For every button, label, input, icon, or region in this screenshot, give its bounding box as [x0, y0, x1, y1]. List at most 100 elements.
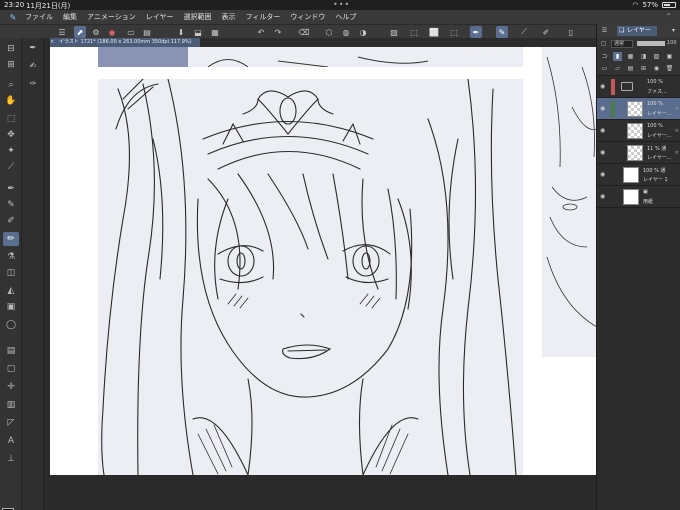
record-icon[interactable]: ◉ — [106, 26, 118, 38]
layer-row[interactable]: ◉ 11 % 通 レイヤー... ≡ — [597, 142, 680, 164]
visibility-eye-icon[interactable]: ◉ — [600, 171, 605, 178]
visibility-eye-icon[interactable]: ◉ — [600, 83, 605, 90]
tab-layer[interactable]: ❏ レイヤー — [617, 26, 657, 36]
quick-access-icon[interactable]: ⬈ — [74, 26, 86, 38]
opacity-slider[interactable] — [637, 41, 665, 46]
menu-file[interactable]: ファイル — [20, 12, 58, 22]
reference-icon[interactable]: ▮ — [613, 52, 622, 61]
snap-icon[interactable]: ◑ — [357, 26, 369, 38]
tool-page-icon[interactable]: ⊞ — [3, 58, 19, 72]
save-icon[interactable]: ⬇ — [175, 26, 187, 38]
zoom-icon[interactable]: ⌕ — [3, 78, 19, 92]
merge-icon[interactable]: ⊞ — [639, 64, 648, 73]
menu-selection[interactable]: 選択範囲 — [179, 12, 217, 22]
drag-handle-icon[interactable]: ≡ — [675, 150, 679, 156]
clip-icon[interactable]: ⊐ — [600, 52, 609, 61]
layer-settings-icon[interactable]: ▣ — [665, 52, 674, 61]
document-tab[interactable]: × イラスト 1721* (186.00 x 263.00mm 350dpi 1… — [50, 38, 200, 47]
settings-icon[interactable]: ⚙ — [90, 26, 102, 38]
lasso-icon[interactable]: ◯ — [3, 318, 19, 332]
brush-active-icon[interactable]: ✏ — [3, 232, 19, 246]
pen-mode-icon[interactable]: ✒ — [470, 26, 482, 38]
eraser-icon[interactable]: ◫ — [3, 266, 19, 280]
grid-off-icon[interactable]: ▧ — [388, 26, 400, 38]
correct-line-icon[interactable]: ⊥ — [3, 452, 19, 466]
fill-icon[interactable]: ◍ — [340, 26, 352, 38]
menu-window[interactable]: ウィンドウ — [285, 12, 330, 22]
layer-row-folder[interactable]: ◉ 100 % ファス... — [597, 76, 680, 98]
subtool-pen-icon[interactable]: ✒ — [26, 40, 40, 54]
redo-icon[interactable]: ↷ — [272, 26, 284, 38]
layer-row[interactable]: ◉ 100 % 通 レイヤー 1 — [597, 164, 680, 186]
layer-row-selected[interactable]: ◉ 100 % レイヤー... ≡ — [597, 98, 680, 120]
magic-wand-icon[interactable]: ✦ — [3, 144, 19, 158]
blend-icon[interactable]: ◭ — [3, 284, 19, 298]
mask-add-icon[interactable]: ◉ — [652, 64, 661, 73]
new-raster-icon[interactable]: ▭ — [600, 64, 609, 73]
import-icon[interactable]: ▦ — [209, 26, 221, 38]
panel-menu-icon[interactable]: ☰ — [600, 26, 609, 35]
new-file-icon[interactable]: ▭ — [125, 26, 137, 38]
device-icon[interactable]: ▯ — [565, 26, 577, 38]
layer-row[interactable]: ◉ 100 % レイヤー... ≡ — [597, 120, 680, 142]
menu-help[interactable]: ヘルプ — [330, 12, 361, 22]
balloon-icon[interactable]: ◸ — [3, 416, 19, 430]
subtool-pen2-icon[interactable]: ✍ — [26, 58, 40, 72]
canvas-area[interactable]: × イラスト 1721* (186.00 x 263.00mm 350dpi 1… — [44, 38, 596, 510]
hand-icon[interactable]: ✋ — [3, 94, 19, 108]
delete-layer-icon[interactable]: 🗑 — [665, 64, 674, 73]
lock-transparent-icon[interactable]: ▦ — [626, 52, 635, 61]
crop-icon[interactable]: ⬜ — [428, 26, 440, 38]
gradient-icon[interactable]: ▤ — [3, 344, 19, 358]
menu-animation[interactable]: アニメーション — [82, 12, 141, 22]
menu-layer[interactable]: レイヤー — [141, 12, 179, 22]
visibility-eye-icon[interactable]: ◉ — [600, 127, 605, 134]
subtool-pen3-icon[interactable]: ✑ — [26, 76, 40, 90]
drag-handle-icon[interactable]: ≡ — [675, 106, 679, 112]
mask-icon[interactable]: ◨ — [639, 52, 648, 61]
menu-view[interactable]: 表示 — [217, 12, 241, 22]
export-icon[interactable]: ⬓ — [192, 26, 204, 38]
hamburger-menu-icon[interactable]: ☰ — [56, 26, 68, 38]
multitask-dots-icon[interactable]: ••• — [333, 0, 350, 9]
airbrush-icon[interactable]: ⚗ — [3, 250, 19, 264]
edit-mode-icon[interactable]: ✐ — [540, 26, 552, 38]
visibility-eye-icon[interactable]: ◉ — [600, 149, 605, 156]
menu-filter[interactable]: フィルター — [241, 12, 286, 22]
select-icon[interactable]: ⬚ — [448, 26, 460, 38]
move-icon[interactable]: ✥ — [3, 128, 19, 142]
panel-collapse-icon[interactable]: ▾ — [669, 26, 678, 35]
close-icon[interactable]: × — [50, 38, 54, 47]
app-logo-icon[interactable]: ✎ — [6, 10, 20, 24]
figure-icon[interactable]: ▢ — [3, 362, 19, 376]
open-file-icon[interactable]: ▤ — [141, 26, 153, 38]
fill-bucket-icon[interactable]: ▣ — [3, 300, 19, 314]
frame-icon[interactable]: ▥ — [3, 398, 19, 412]
pencil-icon[interactable]: ✎ — [3, 198, 19, 212]
tool-palette-icon[interactable]: ⊟ — [3, 42, 19, 56]
visibility-eye-icon[interactable]: ◉ — [600, 105, 605, 112]
layer-lock-icon[interactable]: ▢ — [599, 39, 608, 48]
select-rect-icon[interactable]: ⬚ — [3, 112, 19, 126]
artwork-canvas[interactable] — [98, 78, 523, 475]
menu-edit[interactable]: 編集 — [58, 12, 82, 22]
layer-row-paper[interactable]: ◉ ▣ 用紙 — [597, 186, 680, 208]
pen-icon[interactable]: ✒ — [3, 182, 19, 196]
ruler-tool-icon[interactable]: ✛ — [3, 380, 19, 394]
expand-icon[interactable]: ⌃ — [665, 12, 672, 21]
visibility-eye-icon[interactable]: ◉ — [600, 193, 605, 200]
eyedropper-icon[interactable]: ⟋ — [3, 160, 19, 174]
ruler-icon[interactable]: ⬚ — [408, 26, 420, 38]
pencil-mode-icon[interactable]: ✎ — [496, 26, 508, 38]
drag-handle-icon[interactable]: ≡ — [675, 128, 679, 134]
new-vector-icon[interactable]: ▱ — [613, 64, 622, 73]
transform-icon[interactable]: ⬡ — [323, 26, 335, 38]
blend-mode-select[interactable]: 通常 — [611, 40, 633, 48]
undo-icon[interactable]: ↶ — [255, 26, 267, 38]
ruler-snap-icon[interactable]: ⟋ — [518, 26, 530, 38]
brush-icon[interactable]: ✐ — [3, 214, 19, 228]
palette-color-icon[interactable]: ▧ — [652, 52, 661, 61]
clear-icon[interactable]: ⌫ — [298, 26, 310, 38]
text-icon[interactable]: A — [3, 434, 19, 448]
canvas-paper[interactable] — [50, 47, 596, 475]
